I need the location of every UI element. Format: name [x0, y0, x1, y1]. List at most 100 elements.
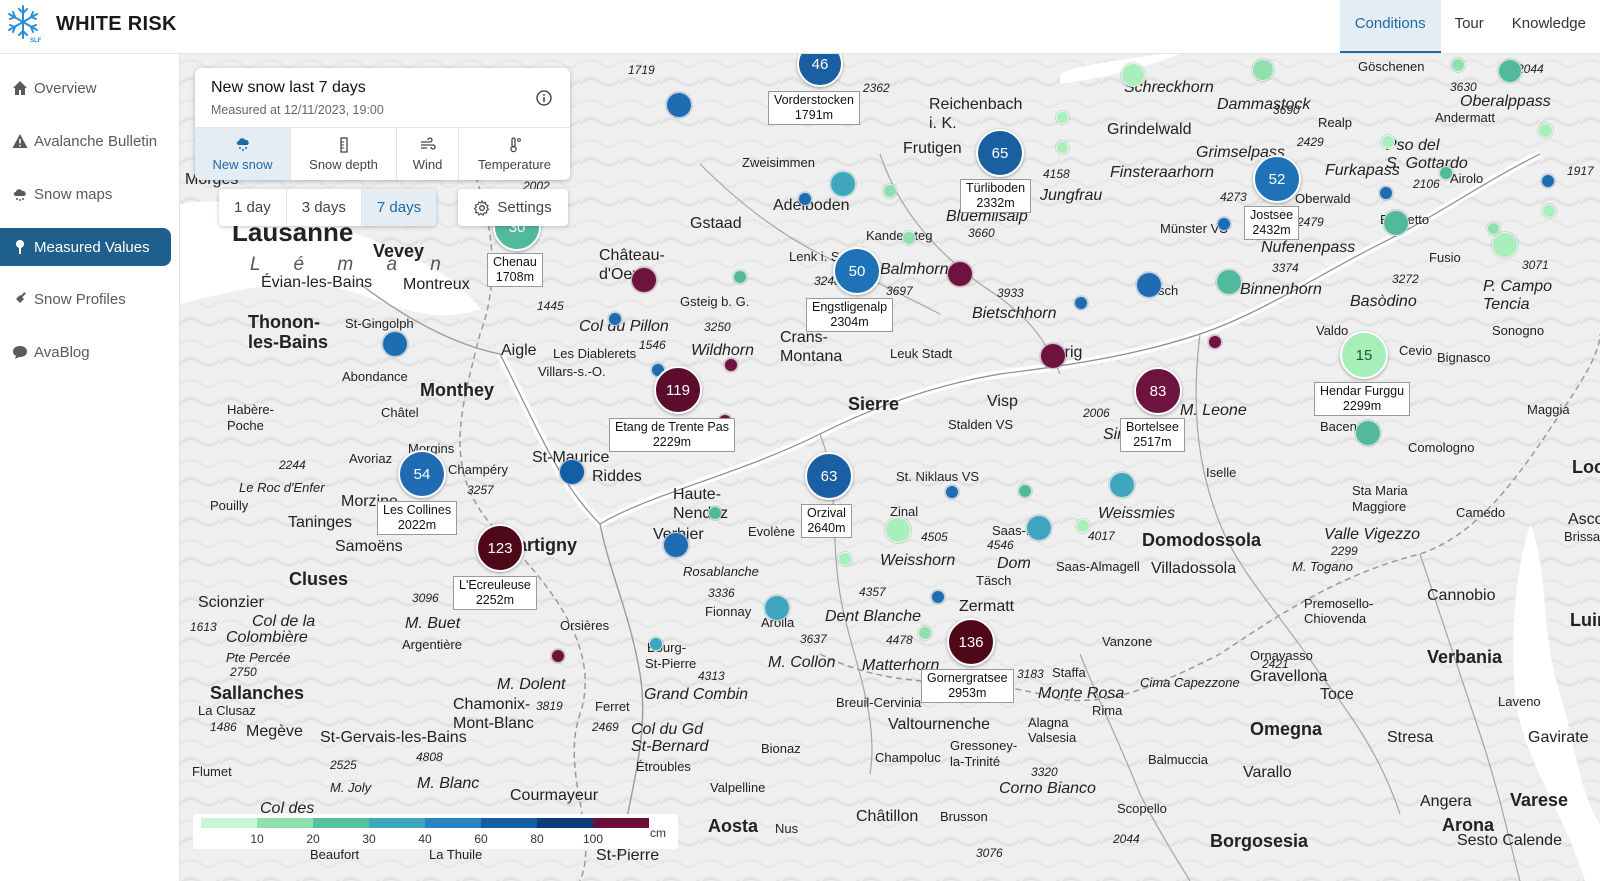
place-label: Villadossola — [1151, 560, 1237, 577]
topnav-tour[interactable]: Tour — [1441, 0, 1498, 53]
station-marker[interactable] — [1381, 135, 1395, 149]
elevation-label: 3660 — [968, 226, 995, 240]
station-marker[interactable] — [1216, 269, 1242, 295]
station-marker[interactable] — [1136, 272, 1162, 298]
topnav-knowledge[interactable]: Knowledge — [1498, 0, 1600, 53]
station-marker[interactable] — [666, 92, 692, 118]
tab-snow-depth[interactable]: Snow depth — [291, 128, 397, 180]
station-marker[interactable] — [1026, 515, 1052, 541]
station-marker[interactable] — [1208, 335, 1222, 349]
station-marker[interactable] — [551, 649, 565, 663]
station-marker[interactable] — [883, 184, 897, 198]
sidebar-item-snow-profiles[interactable]: Snow Profiles — [0, 280, 171, 318]
station-marker[interactable] — [1439, 166, 1453, 180]
sidebar-item-avablog[interactable]: AvaBlog — [0, 333, 171, 371]
topnav-conditions[interactable]: Conditions — [1339, 0, 1441, 53]
station-marker[interactable] — [902, 231, 916, 245]
sidebar-item-overview[interactable]: Overview — [0, 69, 171, 107]
station-marker[interactable] — [1538, 123, 1553, 138]
station-marker[interactable] — [1355, 420, 1381, 446]
period-1-day[interactable]: 1 day — [219, 189, 287, 226]
station-marker[interactable] — [1217, 217, 1231, 231]
station-label[interactable]: Jostsee 2432m — [1244, 206, 1300, 240]
period-7-days[interactable]: 7 days — [361, 189, 437, 226]
station-marker[interactable] — [382, 331, 408, 357]
station-marker[interactable] — [1492, 232, 1518, 258]
place-label: Wildhorn — [691, 342, 754, 359]
sidebar-item-avalanche-bulletin[interactable]: Avalanche Bulletin — [0, 122, 171, 160]
station-marker[interactable] — [1018, 484, 1032, 498]
place-label: Täsch — [976, 573, 1012, 588]
station-marker[interactable] — [1040, 343, 1066, 369]
tab-wind[interactable]: Wind — [397, 128, 459, 180]
station-label[interactable]: Orzival 2640m — [801, 504, 852, 538]
station-label[interactable]: Chenau 1708m — [487, 253, 543, 287]
station-marker[interactable] — [1451, 58, 1465, 72]
station-label[interactable]: Türliboden 2332m — [960, 179, 1032, 213]
place-label: Iselle — [1206, 465, 1237, 480]
station-marker[interactable] — [931, 590, 945, 604]
station-marker[interactable] — [1056, 111, 1069, 124]
cluster-marker[interactable]: 119 — [654, 366, 702, 414]
elevation-label: 3690 — [1273, 103, 1300, 117]
info-icon[interactable] — [536, 90, 552, 106]
station-marker[interactable] — [608, 312, 622, 326]
station-label[interactable]: Etang de Trente Pas 2229m — [609, 418, 735, 452]
sidebar-item-measured-values[interactable]: Measured Values — [0, 228, 171, 266]
station-label[interactable]: Gornergratsee 2953m — [921, 669, 1014, 703]
legend-color-scale — [201, 818, 649, 828]
station-marker[interactable] — [1383, 210, 1409, 236]
station-marker[interactable] — [559, 459, 585, 485]
station-label[interactable]: Vorderstocken 1791m — [768, 91, 860, 125]
station-marker[interactable] — [885, 517, 911, 543]
station-marker[interactable] — [1076, 519, 1090, 533]
station-label[interactable]: Bortelsee 2517m — [1120, 418, 1185, 452]
station-marker[interactable] — [1109, 472, 1135, 498]
cluster-marker[interactable]: 54 — [398, 450, 446, 498]
station-marker[interactable] — [945, 485, 959, 499]
station-label[interactable]: Engstligenalp 2304m — [806, 298, 894, 332]
station-marker[interactable] — [947, 261, 973, 287]
station-marker[interactable] — [1252, 59, 1274, 81]
station-label[interactable]: L'Ecreuleuse 2252m — [453, 576, 537, 610]
period-3-days[interactable]: 3 days — [287, 189, 362, 226]
station-marker[interactable] — [918, 626, 932, 640]
station-marker[interactable] — [1379, 186, 1393, 200]
station-marker[interactable] — [830, 171, 856, 197]
station-marker[interactable] — [764, 595, 790, 621]
station-label[interactable]: Hendar Furggu 2299m — [1314, 382, 1411, 416]
station-marker[interactable] — [1541, 174, 1555, 188]
cluster-marker[interactable]: 50 — [833, 247, 881, 295]
cluster-marker[interactable]: 15 — [1340, 331, 1388, 379]
app-title[interactable]: WHITE RISK — [56, 13, 177, 36]
station-marker[interactable] — [798, 192, 812, 206]
place-label: Realp — [1318, 115, 1352, 130]
sidebar-item-snow-maps[interactable]: Snow maps — [0, 175, 171, 213]
station-marker[interactable] — [1121, 63, 1145, 87]
settings-button[interactable]: Settings — [458, 189, 568, 226]
station-marker[interactable] — [1498, 59, 1522, 83]
cluster-marker[interactable]: 136 — [947, 618, 995, 666]
station-marker[interactable] — [1056, 141, 1069, 154]
station-marker[interactable] — [733, 270, 747, 284]
tab-temperature[interactable]: Temperature — [459, 128, 570, 180]
tab-new-snow[interactable]: New snow — [195, 128, 291, 180]
cluster-marker[interactable]: 52 — [1253, 155, 1301, 203]
cluster-marker[interactable]: 123 — [476, 524, 524, 572]
place-label: Haute- — [673, 486, 722, 503]
station-marker[interactable] — [649, 637, 663, 651]
station-marker[interactable] — [1074, 296, 1088, 310]
station-marker[interactable] — [708, 506, 722, 520]
cluster-marker[interactable]: 83 — [1134, 367, 1182, 415]
snowflake-logo-icon[interactable]: SLF — [4, 3, 42, 43]
station-marker[interactable] — [1542, 204, 1556, 218]
station-marker[interactable] — [631, 267, 657, 293]
cluster-marker[interactable]: 65 — [976, 129, 1024, 177]
place-label: Locarno — [1572, 457, 1600, 477]
station-marker[interactable] — [838, 552, 852, 566]
place-label: Weissmies — [1098, 505, 1176, 522]
station-label[interactable]: Les Collines 2022m — [377, 501, 458, 535]
station-marker[interactable] — [724, 358, 738, 372]
cluster-marker[interactable]: 63 — [805, 452, 853, 500]
station-marker[interactable] — [663, 532, 689, 558]
